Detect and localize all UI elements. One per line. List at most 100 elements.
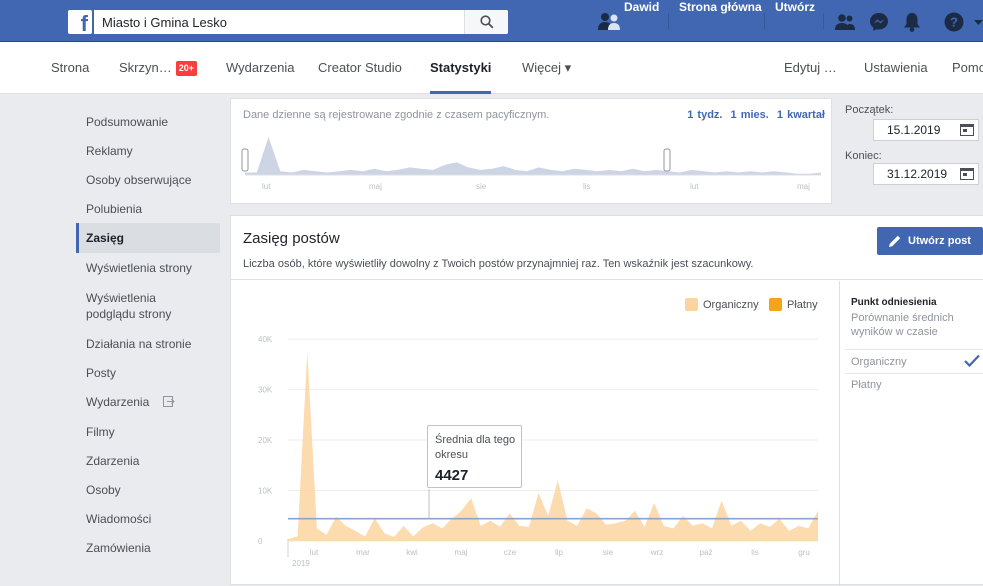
range-end-handle [663,148,671,172]
end-date-label: Koniec: [845,150,882,162]
end-date-value: 31.12.2019 [887,167,948,181]
overview-month-label: maj [797,182,810,191]
chevron-down-icon[interactable] [974,11,983,33]
legend-label-paid[interactable]: Płatny [787,299,818,311]
overview-month-label: lut [690,182,699,191]
card-title: Zasięg postów [243,230,340,247]
x-year-label: 2019 [292,559,310,568]
sidebar-item-zdarzenia[interactable]: Zdarzenia [76,453,220,469]
facebook-logo-icon[interactable]: f [68,10,92,34]
sidebar-item-zamowienia[interactable]: Zamówienia [76,540,220,556]
benchmark-title: Punkt odniesienia [851,297,937,308]
divider [845,373,983,374]
svg-text:?: ? [950,15,958,30]
search-box [94,10,508,34]
calendar-icon[interactable] [960,124,974,136]
sidebar-item-reklamy[interactable]: Reklamy [76,143,220,159]
range-link-week[interactable]: 1 tydz. [687,109,722,121]
y-tick-label: 40K [258,335,273,344]
bell-icon[interactable] [901,11,923,33]
divider [823,13,824,29]
help-icon[interactable]: ? [943,11,965,33]
benchmark-panel: Punkt odniesienia Porównanie średnich wy… [839,281,983,586]
pencil-icon [889,235,901,247]
sidebar-item-dzialania[interactable]: Działania na stronie [76,336,220,352]
legend-swatch-paid [769,298,782,311]
date-range-selector: Dane dzienne są rejestrowane zgodnie z c… [230,98,832,204]
card-header: Zasięg postów Liczba osób, które wyświet… [231,216,983,280]
x-tick-label: sie [603,548,614,557]
tab-wydarzenia[interactable]: Wydarzenia [226,42,295,94]
x-tick-label: kwi [406,548,418,557]
sidebar-item-osoby-obserwujace[interactable]: Osoby obserwujące [76,172,220,188]
tab-strona[interactable]: Strona [51,42,89,94]
messenger-icon[interactable] [868,11,890,33]
tab-creator-studio[interactable]: Creator Studio [318,42,402,94]
reach-chart[interactable]: 0 10K 20K 30K 40K lut mar kwi maj cze lip sie wrz paź… [231,281,838,586]
sidebar-item-wiadomosci[interactable]: Wiadomości [76,511,220,527]
benchmark-option-organic[interactable]: Organiczny [851,354,983,368]
x-tick-label: lut [310,548,319,557]
divider [845,349,983,350]
tab-wiecej[interactable]: Więcej ▾ [522,42,571,94]
range-overview-chart[interactable]: lut maj sie lis lut maj [231,135,831,203]
tab-skrzynka[interactable]: Skrzyn… 20+ [119,42,198,94]
x-tick-label: cze [504,548,517,557]
start-date-value: 15.1.2019 [887,123,941,137]
start-date-field[interactable]: 15.1.2019 [873,119,979,141]
divider [764,13,765,29]
x-tick-label: paź [700,548,713,557]
x-tick-label: mar [356,548,370,557]
sidebar-item-wyswietlenia-podgladu[interactable]: Wyświetlenia podglądu strony [76,290,196,322]
range-link-month[interactable]: 1 mies. [731,109,769,121]
home-link[interactable]: Strona główna [679,0,762,42]
search-button[interactable] [464,10,508,34]
checkmark-icon [964,354,980,367]
overview-month-label: sie [476,182,487,191]
range-link-quarter[interactable]: 1 kwartał [777,109,825,121]
x-tick-label: lip [555,548,564,557]
tab-pomoc[interactable]: Pomo [952,42,983,94]
divider [668,13,669,29]
create-link[interactable]: Utwórz [775,0,815,42]
sidebar-item-polubienia[interactable]: Polubienia [76,201,220,217]
sidebar-item-filmy[interactable]: Filmy [76,424,220,440]
notification-badge: 20+ [175,61,198,76]
external-link-icon [162,396,175,407]
legend-swatch-organic [685,298,698,311]
average-tooltip: Średnia dla tego okresu 4427 [427,425,522,488]
overview-month-label: maj [369,182,382,191]
legend-label-organic[interactable]: Organiczny [703,299,759,311]
search-input[interactable] [94,10,464,34]
sidebar-item-wydarzenia[interactable]: Wydarzenia [76,394,220,410]
sidebar-item-posty[interactable]: Posty [76,365,220,381]
series-area-organic [288,351,818,541]
tab-ustawienia[interactable]: Ustawienia [864,42,928,94]
calendar-icon[interactable] [960,168,974,180]
sidebar-item-zasieg[interactable]: Zasięg [76,223,220,253]
search-icon [480,15,494,29]
x-tick-label: wrz [650,548,663,557]
sidebar-item-podsumowanie[interactable]: Podsumowanie [76,114,220,130]
tab-edytuj[interactable]: Edytuj … [784,42,837,94]
tooltip-label: Średnia dla tego okresu [435,434,516,461]
y-tick-label: 10K [258,487,273,496]
post-reach-card: Zasięg postów Liczba osób, które wyświet… [230,215,983,586]
friends-icon[interactable] [834,11,856,33]
overview-month-label: lut [262,182,271,191]
x-tick-label: lis [751,548,759,557]
top-bar: f Dawid Strona główna Utwórz ? [0,0,983,42]
y-tick-label: 30K [258,386,273,395]
card-description: Liczba osób, które wyświetliły dowolny z… [243,258,754,270]
create-post-label: Utwórz post [908,235,971,247]
end-date-field[interactable]: 31.12.2019 [873,163,979,185]
tab-statystyki[interactable]: Statystyki [430,42,492,94]
range-start-handle [241,148,249,172]
user-avatar-icon[interactable] [598,11,620,31]
sidebar-item-wyswietlenia-strony[interactable]: Wyświetlenia strony [76,260,220,276]
benchmark-option-paid[interactable]: Płatny [851,379,983,391]
sidebar-item-osoby[interactable]: Osoby [76,482,220,498]
profile-link[interactable]: Dawid [624,0,659,42]
create-post-button[interactable]: Utwórz post [877,227,983,255]
sidebar-item-label: Wydarzenia [86,395,150,409]
